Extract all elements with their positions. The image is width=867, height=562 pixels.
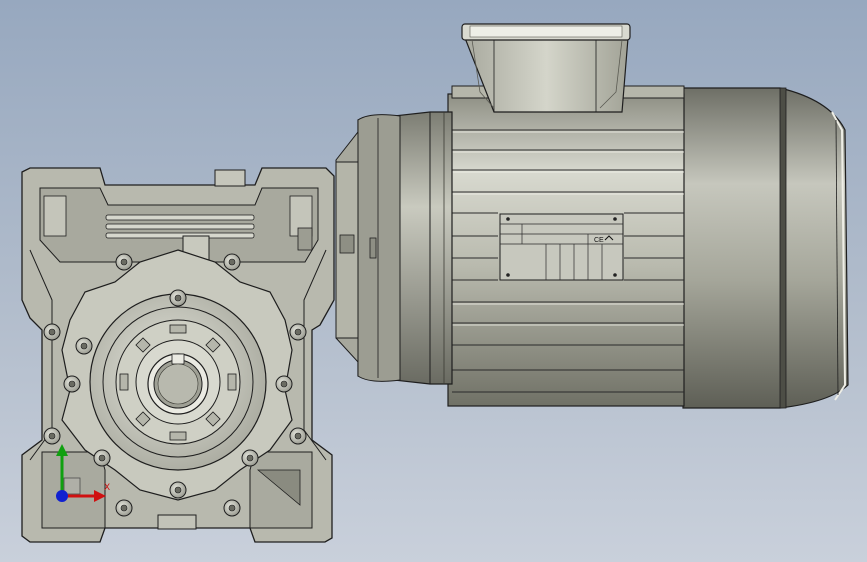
bolt-socket [120,504,128,512]
bolt-socket [280,380,288,388]
fan-cover[interactable] [682,87,849,409]
gearmotor-model[interactable]: CE [0,0,867,562]
x-axis-label: X [104,483,110,493]
bolt-socket [246,454,254,462]
bolt-socket [48,328,56,336]
nameplate: CE [499,213,624,281]
cad-viewport[interactable]: CE X [0,0,867,562]
ce-mark: CE [594,237,604,244]
bolt-socket [228,504,236,512]
bolt-socket [80,342,88,350]
bolt-socket [120,258,128,266]
bolt-socket [294,432,302,440]
bolt-socket [174,294,182,302]
z-axis-dot [56,490,68,502]
bolt-socket [228,258,236,266]
motor-adapter[interactable] [335,111,453,385]
bolt-socket [294,328,302,336]
bolt-socket [174,486,182,494]
bolt-socket [68,380,76,388]
axis-triad: X [56,444,110,502]
